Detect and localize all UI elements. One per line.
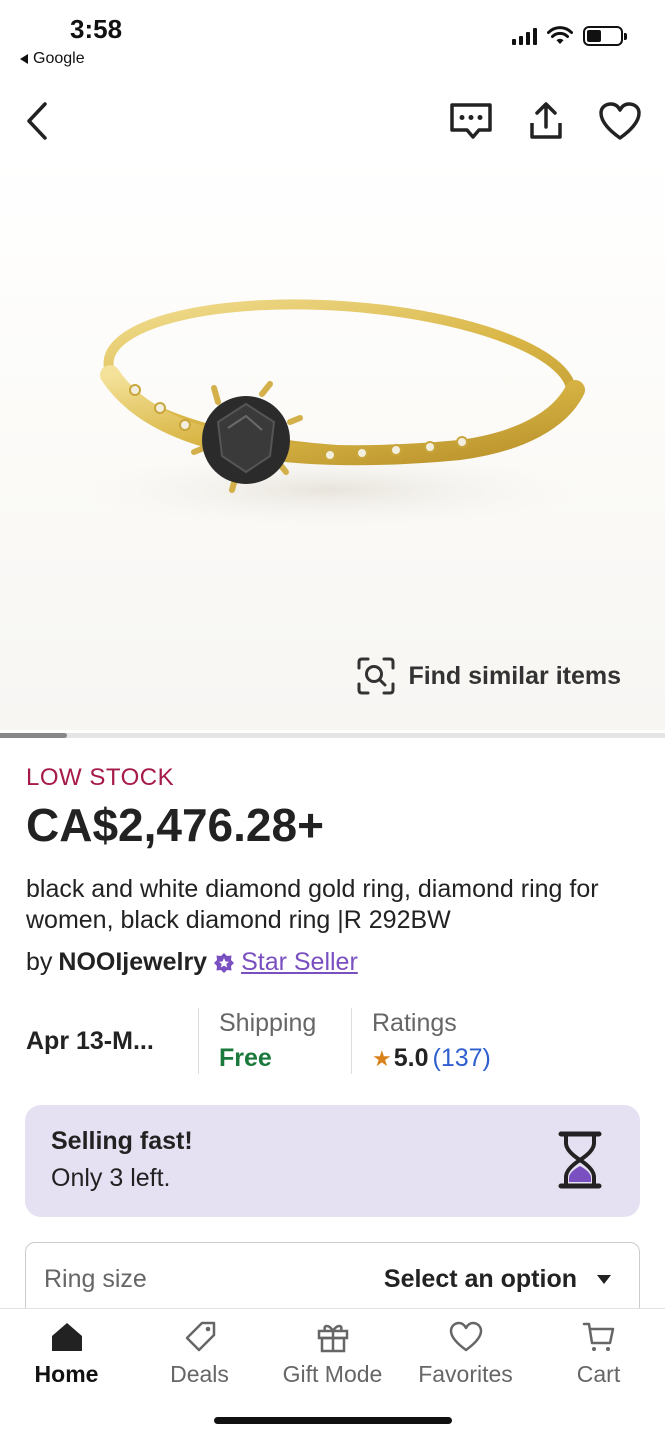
share-icon (530, 102, 562, 139)
by-label: by (26, 948, 53, 976)
star-seller-icon (214, 952, 235, 973)
selling-fast-title: Selling fast! (51, 1127, 193, 1155)
tab-deals-label: Deals (170, 1361, 229, 1387)
status-bar: 3:58 Google (0, 0, 665, 80)
tab-favorites[interactable]: Favorites (399, 1321, 532, 1388)
product-price: CA$2,476.28+ (26, 799, 324, 851)
shop-byline: by NOOIjewelry Star Seller (26, 948, 358, 977)
back-triangle-icon (20, 54, 28, 64)
status-icons (512, 26, 627, 46)
delivery-date: Apr 13-M... (26, 1026, 154, 1055)
heart-icon (599, 102, 641, 140)
shipping-label: Shipping (219, 1009, 317, 1037)
tab-favorites-label: Favorites (418, 1361, 513, 1387)
shipping-info[interactable]: Shipping Free (199, 1008, 351, 1074)
ring-size-value: Select an option (384, 1265, 621, 1294)
tab-cart-label: Cart (576, 1361, 621, 1387)
rating-value: 5.0 (393, 1044, 429, 1072)
carousel-progress (0, 733, 67, 738)
product-image[interactable] (0, 150, 665, 730)
tab-deals[interactable]: Deals (133, 1321, 266, 1388)
selling-fast-banner: Selling fast! Only 3 left. (25, 1105, 640, 1217)
message-seller-button[interactable] (448, 98, 494, 144)
ring-image (70, 299, 590, 530)
battery-icon (583, 26, 627, 46)
ring-size-label: Ring size (44, 1265, 147, 1293)
cellular-signal-icon (512, 27, 537, 45)
star-icon: ★ (372, 1045, 392, 1071)
ratings-info[interactable]: Ratings ★ 5.0 (137) (352, 1008, 491, 1074)
product-facts: Apr 13-M... Shipping Free Ratings ★ 5.0 … (26, 1008, 646, 1074)
tab-gift-mode[interactable]: Gift Mode (266, 1321, 399, 1388)
hourglass-icon (558, 1131, 602, 1189)
tag-icon (185, 1321, 215, 1352)
heart-icon (449, 1321, 482, 1352)
gift-icon (317, 1324, 348, 1353)
shipping-value: Free (219, 1044, 272, 1072)
back-to-google[interactable]: Google (20, 50, 85, 68)
message-icon (450, 103, 492, 139)
back-app-label: Google (33, 50, 85, 67)
home-indicator (214, 1417, 452, 1424)
tab-home[interactable]: Home (0, 1321, 133, 1388)
wifi-icon (547, 26, 573, 44)
product-title: black and white diamond gold ring, diamo… (26, 875, 599, 934)
low-stock-label: LOW STOCK (26, 764, 175, 791)
tab-gift-mode-label: Gift Mode (282, 1361, 383, 1387)
home-icon (51, 1323, 82, 1351)
shop-name-link[interactable]: NOOIjewelry (58, 948, 207, 977)
selling-fast-subtitle: Only 3 left. (51, 1164, 171, 1192)
rating-summary: ★ 5.0 (137) (372, 1044, 491, 1073)
cart-icon (582, 1322, 614, 1351)
status-time: 3:58 (70, 14, 123, 44)
chevron-left-icon (27, 102, 47, 140)
visual-search-icon (357, 657, 395, 695)
star-seller-label: Star Seller (241, 948, 358, 976)
star-seller-badge[interactable]: Star Seller (213, 948, 358, 977)
rating-count-link[interactable]: (137) (433, 1044, 491, 1073)
image-carousel-indicator (0, 733, 665, 738)
find-similar-button[interactable]: Find similar items (356, 656, 621, 696)
back-button[interactable] (14, 98, 60, 144)
share-button[interactable] (523, 98, 569, 144)
tab-cart[interactable]: Cart (532, 1321, 665, 1388)
dropdown-caret-icon (597, 1275, 611, 1284)
ring-size-selected: Select an option (383, 1265, 577, 1293)
find-similar-label: Find similar items (408, 661, 621, 690)
favorite-button[interactable] (597, 98, 643, 144)
ratings-label: Ratings (372, 1009, 457, 1037)
tab-home-label: Home (34, 1361, 99, 1387)
delivery-estimate[interactable]: Apr 13-M... (26, 1008, 198, 1074)
